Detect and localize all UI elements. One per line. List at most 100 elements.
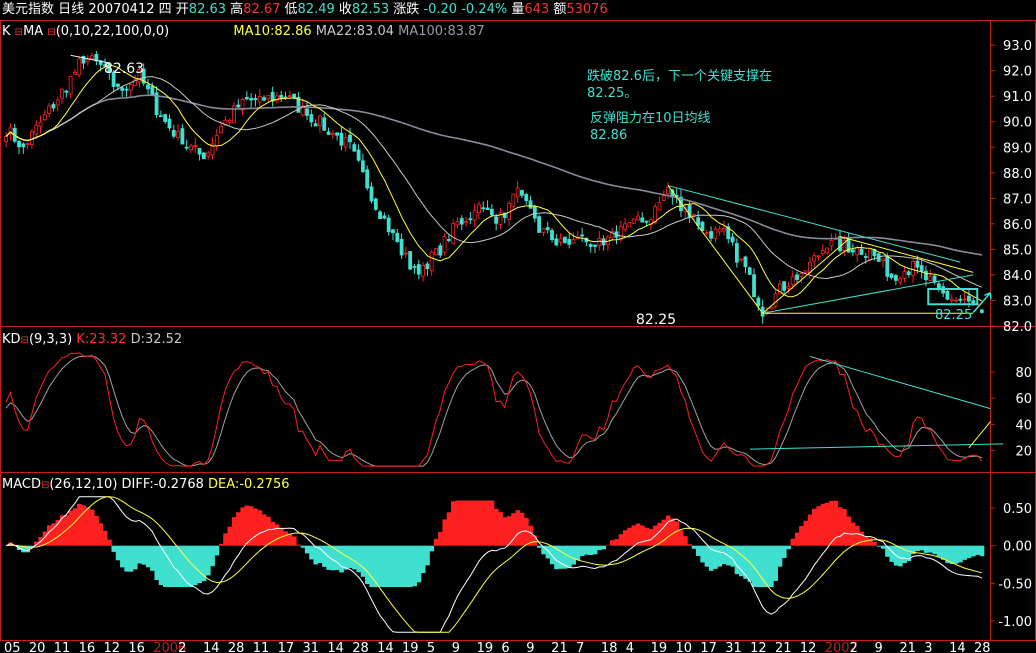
candle-body bbox=[253, 98, 258, 101]
date-axis-label: 19 bbox=[477, 641, 494, 653]
macd-histogram-bar bbox=[386, 545, 392, 588]
macd-histogram-bar bbox=[644, 527, 650, 546]
macd-histogram-bar bbox=[408, 545, 413, 588]
macd-histogram-bar bbox=[150, 545, 155, 571]
date-axis-label: 6 bbox=[501, 641, 509, 653]
macd-histogram-bar bbox=[476, 500, 482, 546]
candle-body bbox=[21, 143, 26, 148]
period-label: 日线 bbox=[58, 2, 85, 17]
kd-d-line bbox=[5, 355, 983, 467]
expand-icon[interactable]: ⊟ bbox=[21, 335, 29, 346]
date-axis-label: 11 bbox=[54, 641, 71, 653]
candle-body bbox=[752, 274, 756, 298]
candle-body bbox=[558, 238, 563, 243]
macd-histogram-bar bbox=[132, 545, 138, 570]
macd-histogram-bar bbox=[958, 545, 963, 563]
macd-histogram-bar bbox=[618, 534, 624, 546]
macd-histogram-bar bbox=[171, 545, 177, 588]
date-axis-label: 19 bbox=[402, 641, 419, 653]
candle-body bbox=[709, 231, 713, 239]
candle-body bbox=[593, 244, 597, 247]
macd-histogram-bar bbox=[304, 545, 310, 554]
d-value: D:32.52 bbox=[130, 332, 183, 347]
candle-body bbox=[881, 258, 885, 261]
macd-histogram-bar bbox=[412, 545, 417, 587]
macd-histogram-bar bbox=[120, 545, 125, 568]
price-tick-label: 87.0 bbox=[1003, 192, 1032, 207]
date-axis-label: 05 bbox=[4, 641, 21, 653]
candle-body bbox=[326, 131, 331, 135]
macd-tick-label: -0.50 bbox=[998, 577, 1032, 592]
candle-body bbox=[734, 243, 739, 263]
weekday-label: 四 bbox=[158, 2, 172, 17]
candle-body bbox=[51, 104, 56, 109]
candle-body bbox=[339, 132, 344, 146]
macd-histogram-bar bbox=[610, 540, 615, 546]
expand-icon[interactable]: ⊟ bbox=[15, 27, 23, 38]
ma22-line bbox=[5, 76, 983, 288]
stock-chart[interactable]: 82.0 83.0 84.0 85.0 86.0 87.0 88.0 89.0 90.0 91.0… bbox=[0, 0, 1036, 653]
macd-histogram-bar bbox=[128, 545, 134, 572]
candle-body bbox=[911, 260, 915, 276]
macd-histogram-bar bbox=[494, 508, 499, 546]
macd-histogram-bar bbox=[781, 545, 787, 558]
candle-body bbox=[266, 94, 271, 100]
candle-body bbox=[360, 160, 365, 173]
candle-body bbox=[893, 275, 898, 281]
macd-histogram-bar bbox=[107, 539, 112, 546]
macd-histogram-bar bbox=[627, 527, 632, 546]
candle-body bbox=[356, 149, 361, 161]
macd-histogram-bar bbox=[442, 519, 448, 546]
macd-histogram-bar bbox=[360, 545, 366, 577]
date-axis-label: 11 bbox=[253, 641, 270, 653]
macd-histogram-bar bbox=[343, 545, 349, 570]
price-tick-label: 91.0 bbox=[1003, 90, 1032, 105]
candle-body bbox=[563, 236, 567, 243]
macd-histogram-bar bbox=[158, 545, 164, 586]
macd-histogram-bar bbox=[971, 545, 976, 557]
expand-icon[interactable]: ⊟ bbox=[47, 27, 55, 38]
macd-histogram-bar bbox=[498, 512, 503, 546]
macd-histogram-bar bbox=[459, 500, 465, 546]
candle-body bbox=[962, 298, 967, 301]
macd-histogram-bar bbox=[536, 545, 542, 548]
open-value: 82.63 bbox=[188, 2, 227, 17]
candle-body bbox=[434, 248, 438, 256]
candle-body bbox=[661, 195, 666, 201]
annotation-resistance-line1: 反弹阻力在10日均线 bbox=[590, 111, 711, 126]
macd-histogram-bar bbox=[837, 507, 843, 546]
macd-histogram-bar bbox=[291, 536, 297, 546]
date-axis-label: 10 bbox=[676, 641, 693, 653]
low-label: 低 bbox=[284, 2, 298, 17]
date-axis-label: 16 bbox=[79, 641, 96, 653]
candle-body bbox=[816, 255, 821, 258]
candle-body bbox=[236, 104, 241, 108]
candle-body bbox=[90, 55, 95, 60]
candle-body bbox=[722, 227, 726, 232]
high-label: 高 bbox=[230, 2, 244, 17]
price-tick-label: 88.0 bbox=[1003, 167, 1032, 182]
candle-body bbox=[971, 300, 976, 304]
amount-label: 额 bbox=[553, 2, 567, 17]
candle-body bbox=[704, 232, 709, 234]
candle-body bbox=[429, 251, 434, 272]
macd-histogram-bar bbox=[773, 545, 778, 581]
macd-histogram-bar bbox=[683, 536, 688, 546]
main-legend-prefix: K bbox=[2, 24, 11, 39]
macd-histogram-bar bbox=[390, 545, 396, 588]
macd-histogram-bar bbox=[665, 515, 671, 546]
macd-histogram-bar bbox=[717, 545, 723, 567]
candle-body bbox=[825, 247, 830, 254]
candle-body bbox=[597, 238, 602, 246]
macd-histogram-bar bbox=[85, 507, 91, 546]
candle-body bbox=[485, 207, 490, 211]
macd-histogram-bar bbox=[597, 545, 602, 551]
candle-body bbox=[979, 309, 984, 313]
macd-histogram-bar bbox=[137, 545, 142, 564]
candle-body bbox=[588, 244, 593, 247]
date-axis-label: 19 bbox=[651, 641, 668, 653]
macd-histogram-bar bbox=[356, 545, 362, 573]
macd-histogram-bar bbox=[979, 545, 985, 557]
candle-body bbox=[743, 256, 748, 268]
macd-histogram-bar bbox=[786, 545, 791, 550]
